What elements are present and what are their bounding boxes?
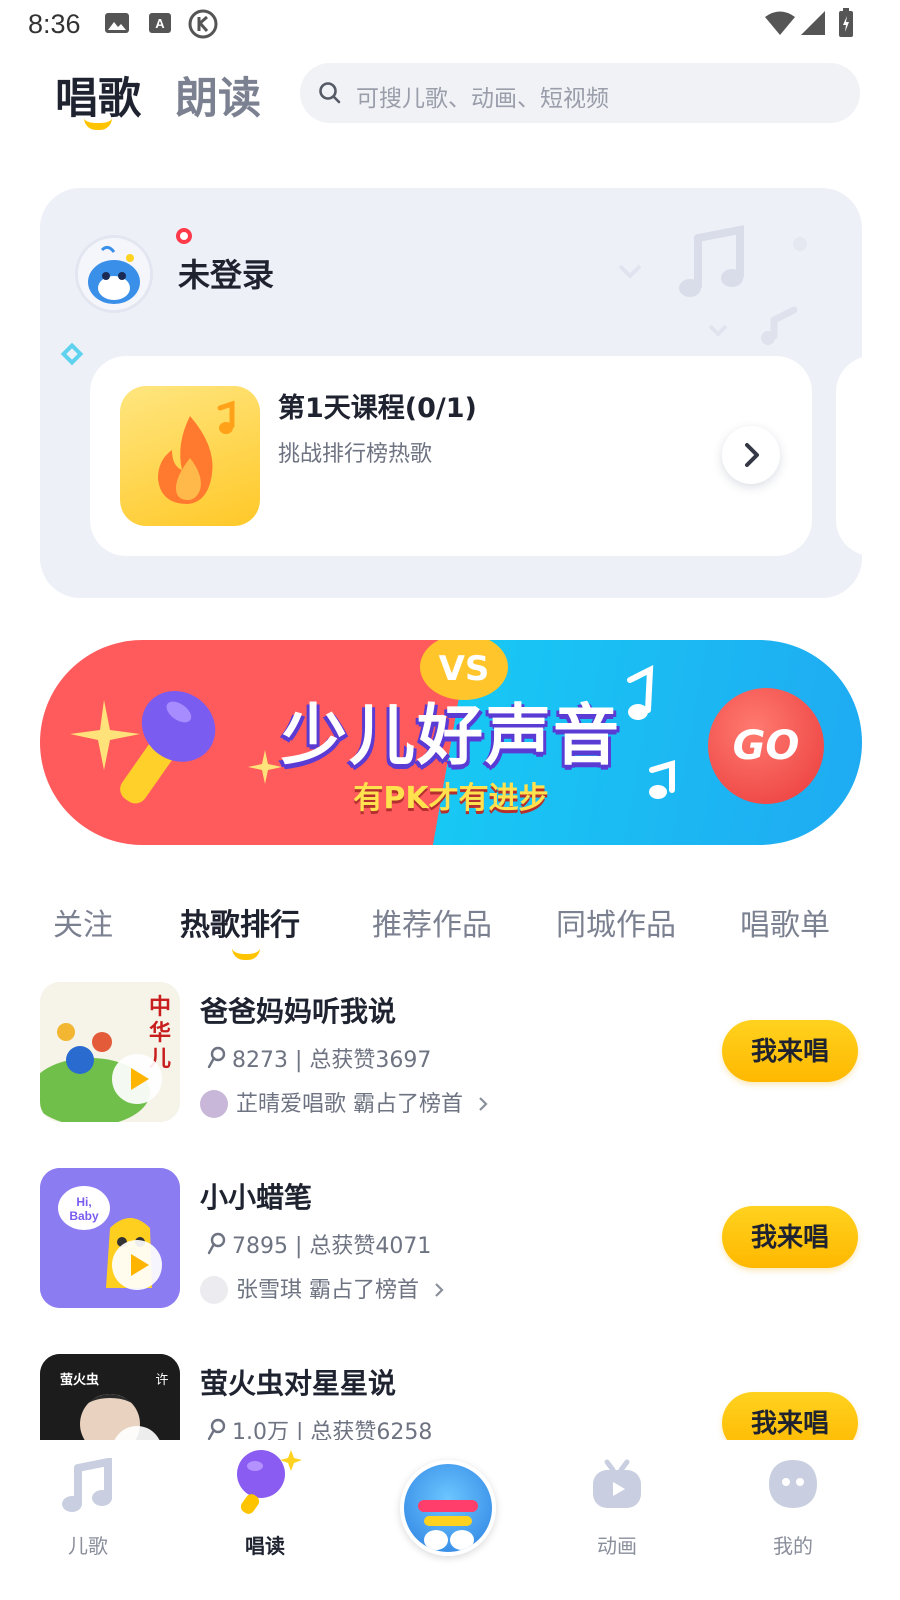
course-arrow-button[interactable]	[722, 426, 780, 484]
course-card[interactable]: 第1天课程(0/1) 挑战排行榜热歌	[90, 356, 812, 556]
avatar[interactable]	[78, 238, 150, 310]
active-tab-indicator	[232, 948, 260, 960]
status-bar: 8:36 A	[0, 0, 900, 48]
chevron-right-icon	[435, 1283, 444, 1297]
top-singer[interactable]: 张雪琪 霸占了榜首	[200, 1272, 446, 1304]
notification-dot	[176, 228, 192, 244]
song-title: 爸爸妈妈听我说	[200, 995, 397, 1028]
go-button[interactable]: GO	[708, 688, 824, 804]
microphone-icon	[207, 1232, 226, 1255]
tab-recommended[interactable]: 推荐作品	[372, 900, 492, 944]
gallery-icon	[105, 13, 129, 33]
top-singer[interactable]: 芷晴爱唱歌 霸占了榜首	[200, 1086, 490, 1118]
next-course-card[interactable]	[836, 356, 862, 556]
svg-text:Baby: Baby	[69, 1209, 99, 1223]
svg-text:华: 华	[149, 1020, 171, 1046]
search-placeholder: 可搜儿歌、动画、短视频	[356, 86, 609, 112]
contest-banner[interactable]: VS 少儿好声音 有PK才有进步 GO	[40, 640, 862, 845]
svg-text:中: 中	[149, 995, 171, 1020]
song-row[interactable]: Hi, Baby 小小蜡笔 7895 | 总获赞4071 张雪琪 霸占了榜首 我…	[0, 1168, 900, 1318]
cellular-signal-icon	[801, 11, 825, 35]
song-cover[interactable]: Hi, Baby	[40, 1168, 180, 1308]
music-notes-decoration	[618, 225, 807, 345]
song-list: 中 华 儿 爸爸妈妈听我说 8273 | 总获赞3697 芷晴爱唱歌 霸占了榜首…	[0, 982, 900, 1442]
microphone-icon	[237, 1450, 302, 1514]
battery-icon	[839, 8, 853, 37]
nav-label: 唱读	[245, 1534, 285, 1558]
tab-song-list[interactable]: 唱歌单	[740, 900, 830, 944]
singer-avatar	[200, 1090, 228, 1118]
course-title: 第1天课程(0/1)	[278, 393, 477, 424]
diamond-decoration	[60, 342, 84, 366]
song-stats-text: 7895 | 总获赞4071	[232, 1234, 432, 1259]
wifi-icon	[765, 11, 795, 35]
album-cover-icon: 萤火虫 许	[40, 1354, 180, 1442]
song-title: 小小蜡笔	[200, 1181, 313, 1214]
microphone-icon	[207, 1046, 226, 1069]
song-row[interactable]: 中 华 儿 爸爸妈妈听我说 8273 | 总获赞3697 芷晴爱唱歌 霸占了榜首…	[0, 982, 900, 1132]
album-cover-icon: Hi, Baby	[40, 1168, 180, 1308]
search-icon	[319, 82, 341, 104]
profile-face-icon	[769, 1460, 817, 1508]
bottom-nav: 儿歌 唱读 动画 我的	[0, 1440, 900, 1600]
song-stats: 1.0万 | 总获赞6258	[206, 1414, 432, 1442]
tv-icon	[593, 1459, 641, 1508]
sing-button[interactable]: 我来唱	[722, 1392, 858, 1442]
search-bar[interactable]: 可搜儿歌、动画、短视频	[300, 63, 860, 123]
play-icon[interactable]	[112, 1240, 162, 1290]
logo-characters-icon	[424, 1530, 474, 1550]
text-app-icon: A	[149, 13, 171, 33]
course-subtitle: 挑战排行榜热歌	[278, 442, 433, 467]
mascot-avatar-icon	[78, 238, 150, 310]
svg-text:许: 许	[155, 1373, 168, 1388]
song-stats: 8273 | 总获赞3697	[206, 1042, 431, 1074]
song-row[interactable]: 萤火虫 许 萤火虫对星星说 1.0万 | 总获赞6258 我来唱	[0, 1354, 900, 1442]
svg-text:A: A	[155, 16, 165, 31]
song-cover[interactable]: 中 华 儿	[40, 982, 180, 1122]
music-note-icon	[62, 1458, 112, 1512]
album-cover-icon: 中 华 儿	[40, 982, 180, 1122]
top-singer-text: 芷晴爱唱歌 霸占了榜首	[236, 1092, 463, 1117]
chevron-right-icon	[745, 443, 759, 467]
nav-item-animation[interactable]: 动画	[557, 1440, 677, 1570]
nav-label: 儿歌	[68, 1534, 108, 1558]
tab-local[interactable]: 同城作品	[556, 900, 676, 944]
tab-read[interactable]: 朗读	[175, 64, 261, 126]
username[interactable]: 未登录	[178, 250, 274, 296]
song-stats: 7895 | 总获赞4071	[206, 1228, 431, 1260]
status-time: 8:36	[28, 9, 81, 39]
chevron-right-icon	[479, 1097, 488, 1111]
nav-item-sing-read[interactable]: 唱读	[205, 1440, 325, 1570]
svg-text:萤火虫: 萤火虫	[60, 1372, 99, 1388]
song-stats-text: 8273 | 总获赞3697	[232, 1048, 432, 1073]
singer-avatar	[200, 1276, 228, 1304]
top-singer-text: 张雪琪 霸占了榜首	[236, 1278, 419, 1303]
tab-sing[interactable]: 唱歌	[55, 64, 141, 126]
active-tab-indicator	[84, 118, 112, 130]
nav-item-profile[interactable]: 我的	[733, 1440, 853, 1570]
tab-hot-songs[interactable]: 热歌排行	[180, 900, 300, 944]
content-tabs: 关注 热歌排行 推荐作品 同城作品 唱歌单	[0, 900, 900, 960]
k-app-icon	[188, 9, 218, 39]
svg-text:Hi,: Hi,	[76, 1195, 91, 1209]
nav-label: 我的	[773, 1534, 813, 1558]
fire-icon	[120, 386, 260, 526]
microphone-icon	[207, 1418, 226, 1441]
top-header: 唱歌 朗读 可搜儿歌、动画、短视频	[0, 56, 900, 136]
tab-follow[interactable]: 关注	[53, 900, 113, 944]
nav-item-songs[interactable]: 儿歌	[28, 1440, 148, 1570]
nav-label: 动画	[597, 1534, 637, 1558]
sing-button[interactable]: 我来唱	[722, 1206, 858, 1268]
song-title: 萤火虫对星星说	[200, 1367, 397, 1400]
sing-button[interactable]: 我来唱	[722, 1020, 858, 1082]
app-logo-icon[interactable]	[400, 1460, 496, 1556]
play-icon[interactable]	[112, 1054, 162, 1104]
song-stats-text: 1.0万 | 总获赞6258	[232, 1420, 433, 1442]
song-cover[interactable]: 萤火虫 许	[40, 1354, 180, 1442]
user-card: 未登录 第1天课程(0/1) 挑战排行榜热歌	[40, 188, 862, 598]
